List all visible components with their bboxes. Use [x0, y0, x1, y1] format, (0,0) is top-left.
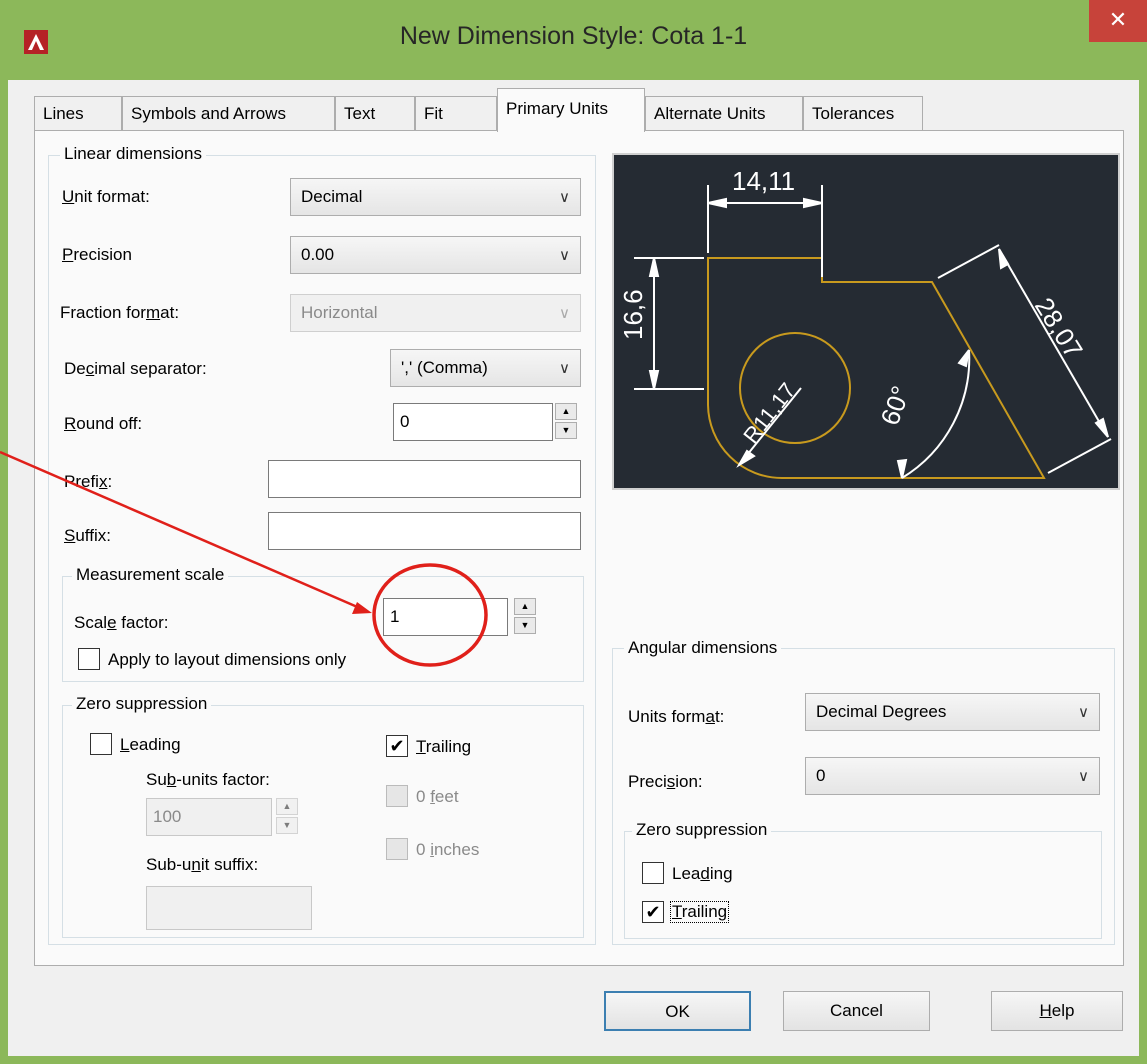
- annotation-arrowhead: [352, 602, 372, 614]
- tab-primary-units[interactable]: Primary Units: [497, 88, 645, 132]
- annotation-overlay: [0, 450, 488, 667]
- annotation-circle: [372, 563, 488, 667]
- annotation-arrow-line: [0, 450, 363, 611]
